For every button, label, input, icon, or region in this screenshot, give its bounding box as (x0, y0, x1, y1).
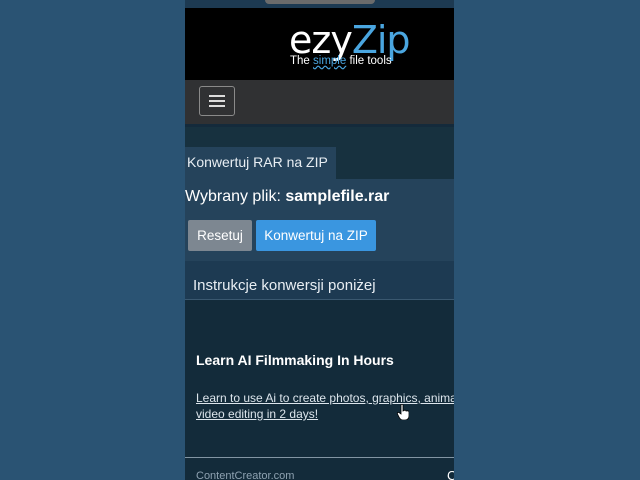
spacer (185, 127, 454, 147)
ezyzip-logo[interactable]: ezyZip (289, 20, 411, 60)
instructions-heading: Instrukcje konwersji poniżej (193, 277, 376, 294)
navbar (185, 80, 454, 127)
ad-link[interactable]: Learn to use Ai to create photos, graphi… (196, 390, 454, 422)
selected-file-name: samplefile.rar (285, 188, 390, 205)
instructions-section: Instrukcje konwersji poniżej (185, 261, 454, 300)
tagline-highlight: simple (313, 55, 347, 67)
reset-button[interactable]: Resetuj (188, 220, 252, 251)
tagline-before: The (290, 55, 314, 67)
address-bar-edge (265, 0, 375, 4)
ad-source[interactable]: ContentCreator.com (196, 470, 294, 480)
selected-file: Wybrany plik: samplefile.rar (185, 188, 389, 206)
conversion-panel: Wybrany plik: samplefile.rar Resetuj Kon… (185, 179, 454, 261)
tagline-after: file tools (346, 55, 392, 67)
hand-cursor-icon (397, 404, 409, 420)
ad-divider (185, 457, 454, 458)
tab-strip (336, 147, 454, 179)
convert-to-zip-button[interactable]: Konwertuj na ZIP (256, 220, 376, 251)
ad-block[interactable]: Learn AI Filmmaking In Hours Learn to us… (185, 300, 454, 480)
ad-body-line2[interactable]: video editing in 2 days! (196, 406, 454, 422)
ad-title[interactable]: Learn AI Filmmaking In Hours (196, 352, 394, 368)
ad-extra-glyph: C (447, 468, 454, 480)
site-header: ezyZip The simple file tools (185, 8, 454, 80)
tab-convert-rar-to-zip[interactable]: Konwertuj RAR na ZIP (185, 147, 336, 179)
logo-tagline: The simple file tools (290, 55, 392, 67)
ad-body-line1[interactable]: Learn to use Ai to create photos, graphi… (196, 390, 454, 406)
selected-file-label: Wybrany plik: (185, 188, 286, 205)
hamburger-menu-icon[interactable] (199, 86, 235, 116)
phone-screen: ezyZip The simple file tools Konwertuj R… (185, 0, 454, 480)
